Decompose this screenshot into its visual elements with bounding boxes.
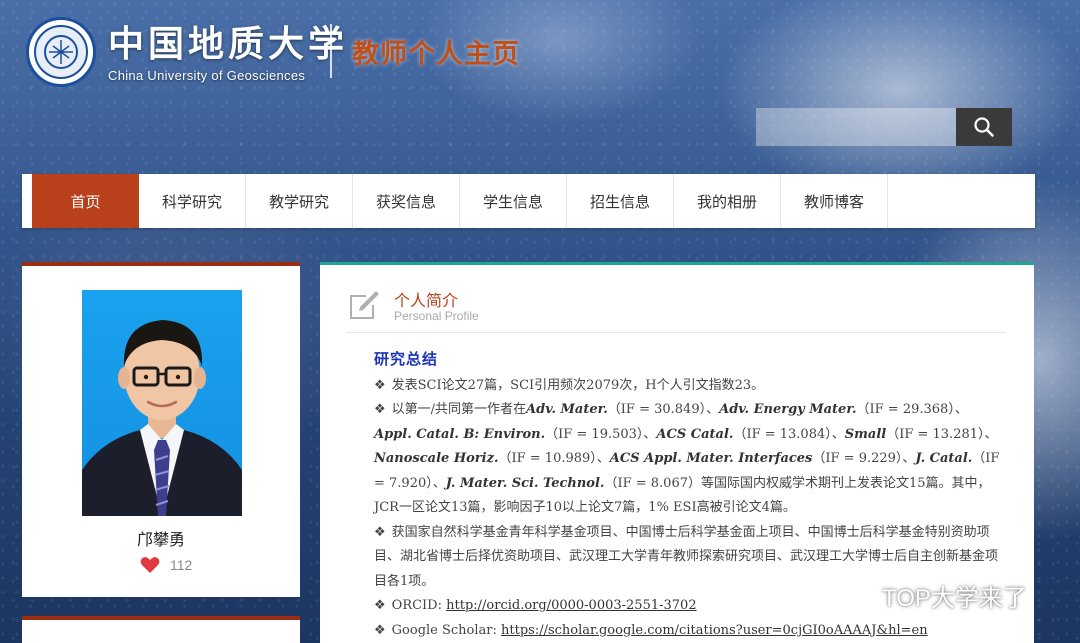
- nav-item-admissions[interactable]: 招生信息: [567, 174, 674, 228]
- secondary-card: [22, 616, 300, 643]
- nav-item-teaching[interactable]: 教学研究: [246, 174, 353, 228]
- edit-icon: [350, 291, 379, 319]
- nav-item-blog[interactable]: 教师博客: [781, 174, 888, 228]
- bullet-icon: ❖: [374, 598, 386, 613]
- university-emblem-icon: [26, 17, 96, 87]
- university-logo[interactable]: 中国地质大学 China University of Geosciences: [26, 16, 348, 88]
- wechat-icon: [832, 579, 876, 610]
- search-button[interactable]: [956, 108, 1012, 146]
- bullet-icon: ❖: [374, 402, 386, 417]
- paragraph-publications: ❖ 发表SCI论文27篇，SCI引用频次2079次，H个人引文指数23。: [374, 377, 765, 393]
- section-title: 个人简介: [394, 291, 459, 310]
- university-name-en: China University of Geosciences: [108, 67, 306, 83]
- watermark: TOP大学来了: [832, 578, 1027, 613]
- bullet-icon: ❖: [374, 524, 386, 540]
- nav-item-research[interactable]: 科学研究: [139, 174, 246, 228]
- bullet-icon: ❖: [374, 377, 386, 393]
- section-subtitle: Personal Profile: [394, 309, 479, 323]
- search-icon: [974, 117, 994, 137]
- nav-item-students[interactable]: 学生信息: [460, 174, 567, 228]
- research-heading: 研究总结: [374, 350, 439, 368]
- heart-icon[interactable]: [140, 556, 160, 574]
- bullet-icon: ❖: [374, 622, 386, 638]
- teacher-photo: [82, 290, 242, 516]
- university-name-cn: 中国地质大学: [108, 22, 349, 65]
- nav-left-padding: [22, 174, 32, 228]
- paragraph-journals: ❖ 以第一/共同第一作者在Adv. Mater.（IF = 30.849）、Adv…: [374, 402, 1000, 515]
- like-counter[interactable]: 112: [140, 556, 192, 574]
- like-count: 112: [170, 557, 193, 573]
- teacher-name: 邝攀勇: [136, 530, 185, 549]
- site-title: 教师个人主页: [352, 39, 520, 70]
- nav-item-awards[interactable]: 获奖信息: [353, 174, 460, 228]
- nav-item-home[interactable]: 首页: [32, 174, 139, 228]
- orcid-link[interactable]: http://orcid.org/0000-0003-2551-3702: [446, 598, 696, 613]
- search-input[interactable]: [756, 108, 956, 146]
- scholar-link[interactable]: https://scholar.google.com/citations?use…: [501, 623, 928, 638]
- nav-item-album[interactable]: 我的相册: [674, 174, 781, 228]
- header-divider: [330, 24, 332, 78]
- profile-card: 邝攀勇 112: [22, 262, 300, 597]
- watermark-text: TOP大学来了: [882, 585, 1027, 612]
- section-header: 个人简介 Personal Profile: [346, 287, 1006, 333]
- main-nav: 首页 科学研究 教学研究 获奖信息 学生信息 招生信息 我的相册 教师博客: [22, 174, 1035, 228]
- scholar-line: ❖ Google Scholar: https://scholar.google.…: [374, 622, 928, 638]
